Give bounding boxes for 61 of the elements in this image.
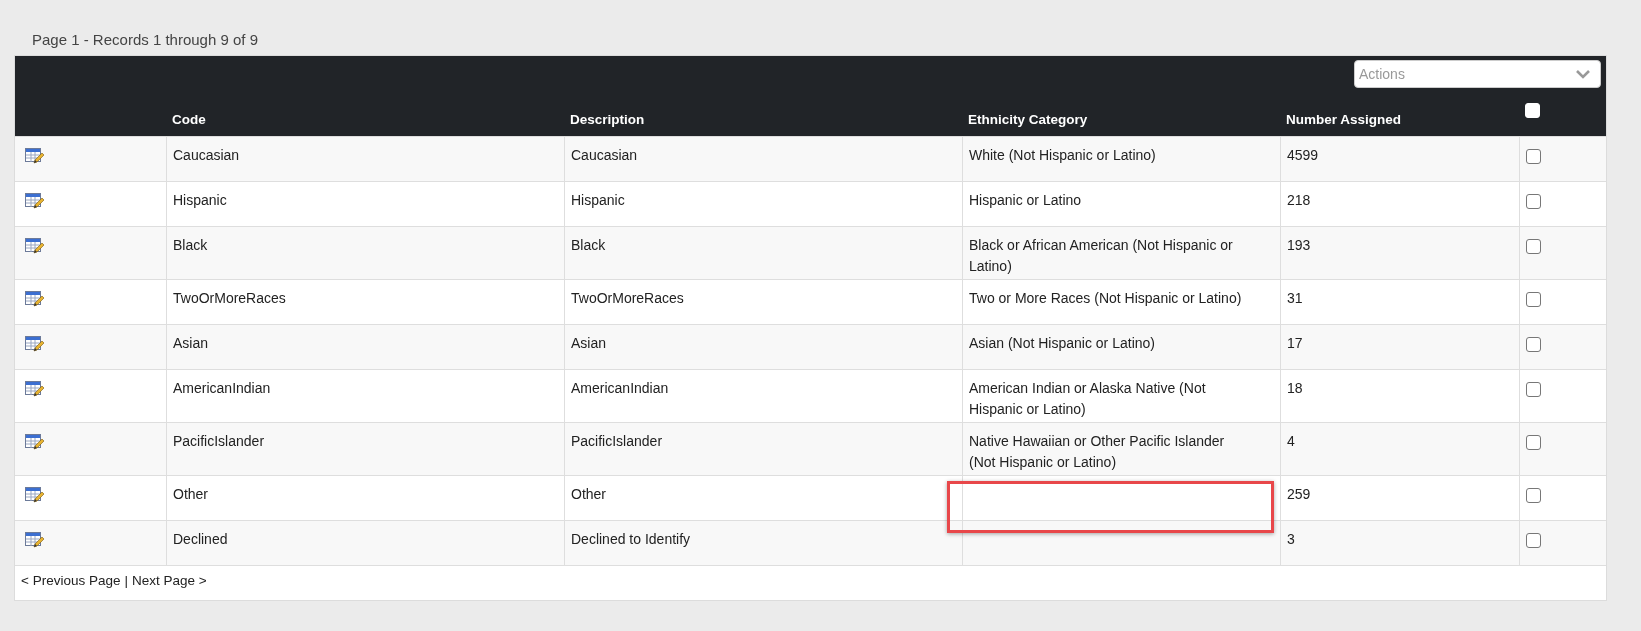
table-cell-text: American Indian or Alaska Native (Not Hispanic or Latino) bbox=[969, 379, 1207, 419]
table-cell-text: Black bbox=[571, 236, 606, 255]
table-cell-text: Asian (Not Hispanic or Latino) bbox=[969, 334, 1155, 353]
table-cell-text: 259 bbox=[1287, 485, 1311, 504]
checkbox[interactable] bbox=[1526, 533, 1541, 548]
table-cell-text: 193 bbox=[1287, 236, 1311, 255]
table-cell-text: Hispanic or Latino bbox=[969, 191, 1082, 210]
edit-icon[interactable] bbox=[25, 487, 44, 504]
checkbox[interactable] bbox=[1526, 239, 1541, 254]
table-cell-text: Declined bbox=[173, 530, 228, 549]
table-cell-text: Caucasian bbox=[173, 146, 240, 165]
page-info: Page 1 - Records 1 through 9 of 9 bbox=[32, 30, 258, 50]
table-cell-text: Declined to Identify bbox=[571, 530, 691, 549]
table-cell-text: Hispanic bbox=[571, 191, 625, 210]
column-header: Number Assigned bbox=[1286, 111, 1402, 129]
table-cell-text: Asian bbox=[571, 334, 607, 353]
table-cell-text: Native Hawaiian or Other Pacific Islander (Not Hispanic or Latino) bbox=[969, 432, 1226, 472]
edit-icon[interactable] bbox=[25, 291, 44, 308]
column-header: Code bbox=[172, 111, 206, 129]
previous-page-link[interactable]: < Previous Page bbox=[21, 572, 121, 590]
table-cell-text: PacificIslander bbox=[571, 432, 663, 451]
column-header: Ethnicity Category bbox=[968, 111, 1088, 129]
table-cell-text: White (Not Hispanic or Latino) bbox=[969, 146, 1156, 165]
table-cell-text: 4599 bbox=[1287, 146, 1319, 165]
table-cell-text: TwoOrMoreRaces bbox=[173, 289, 286, 308]
checkbox[interactable] bbox=[1526, 292, 1541, 307]
checkbox[interactable] bbox=[1526, 194, 1541, 209]
checkbox[interactable] bbox=[1526, 337, 1541, 352]
table-cell-text: 31 bbox=[1287, 289, 1303, 308]
table-cell-text: Other bbox=[571, 485, 606, 504]
table-cell-text: Caucasian bbox=[571, 146, 638, 165]
table-cell-text: AmericanIndian bbox=[571, 379, 669, 398]
edit-icon[interactable] bbox=[25, 238, 44, 255]
table-cell-text: Asian bbox=[173, 334, 209, 353]
table-cell-text: PacificIslander bbox=[173, 432, 265, 451]
table-cell-text: 218 bbox=[1287, 191, 1311, 210]
table-cell-text: 17 bbox=[1287, 334, 1303, 353]
table-cell-text: 4 bbox=[1287, 432, 1295, 451]
edit-icon[interactable] bbox=[25, 434, 44, 451]
table-cell-text: 3 bbox=[1287, 530, 1295, 549]
edit-icon[interactable] bbox=[25, 532, 44, 549]
table-cell-text: TwoOrMoreRaces bbox=[571, 289, 684, 308]
table-cell-text: Two or More Races (Not Hispanic or Latino) bbox=[969, 289, 1242, 308]
column-header: Description bbox=[570, 111, 645, 129]
checkbox[interactable] bbox=[1526, 435, 1541, 450]
checkbox[interactable] bbox=[1526, 488, 1541, 503]
table-cell-text: Black or African American (Not Hispanic or Latino) bbox=[969, 236, 1234, 276]
edit-icon[interactable] bbox=[25, 148, 44, 165]
checkbox[interactable] bbox=[1526, 149, 1541, 164]
table-cell-text: Black bbox=[173, 236, 208, 255]
table-cell-text: AmericanIndian bbox=[173, 379, 271, 398]
pager-separator: | bbox=[124, 572, 128, 590]
edit-icon[interactable] bbox=[25, 193, 44, 210]
next-page-link[interactable]: Next Page > bbox=[131, 572, 207, 590]
table-cell-text: Other bbox=[173, 485, 208, 504]
checkbox[interactable] bbox=[1526, 382, 1541, 397]
edit-icon[interactable] bbox=[25, 336, 44, 353]
edit-icon[interactable] bbox=[25, 381, 44, 398]
table-cell-text: 18 bbox=[1287, 379, 1303, 398]
table-cell-text: Hispanic bbox=[173, 191, 227, 210]
chevron-down-icon bbox=[1575, 69, 1591, 79]
